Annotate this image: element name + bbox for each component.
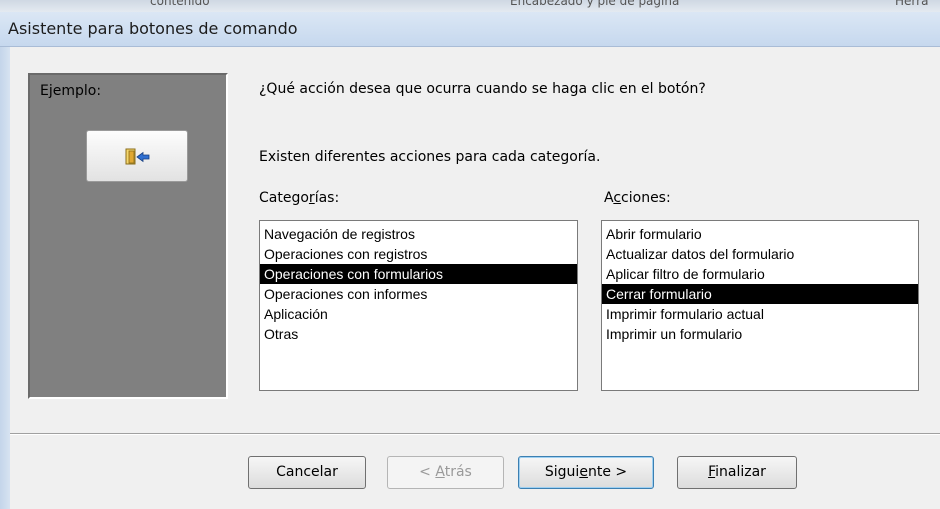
question-text: ¿Qué acción desea que ocurra cuando se h… — [259, 81, 706, 97]
close-form-door-icon — [125, 148, 150, 165]
list-item[interactable]: Operaciones con informes — [260, 284, 577, 304]
example-label: Ejemplo: — [40, 83, 102, 99]
back-button[interactable]: < Atrás — [387, 456, 504, 489]
finish-label-post: inalizar — [715, 464, 766, 480]
info-text: Existen diferentes acciones para cada ca… — [259, 149, 601, 165]
list-item[interactable]: Otras — [260, 324, 577, 344]
finish-button[interactable]: Finalizar — [677, 456, 797, 489]
list-item[interactable]: Operaciones con formularios — [260, 264, 577, 284]
background-text: Encabezado y pie de página — [510, 0, 680, 8]
next-label-pre: Sigui — [544, 464, 580, 480]
actions-label-pre: A — [604, 190, 614, 206]
example-panel: Ejemplo: — [28, 73, 228, 399]
next-label-post: nte > — [587, 464, 628, 480]
actions-label-post: ciones: — [621, 190, 671, 206]
actions-listbox[interactable]: Abrir formulario Actualizar datos del fo… — [601, 220, 919, 391]
list-item[interactable]: Imprimir formulario actual — [602, 304, 918, 324]
list-item[interactable]: Aplicación — [260, 304, 577, 324]
list-item[interactable]: Actualizar datos del formulario — [602, 244, 918, 264]
next-label-accesskey: e — [579, 464, 588, 480]
background-window-strip: contenido Encabezado y pie de página Her… — [0, 0, 940, 12]
separator — [10, 433, 940, 435]
next-button[interactable]: Siguiente > — [518, 456, 654, 489]
back-label-post: trás — [444, 464, 472, 480]
window-title: Asistente para botones de comando — [8, 19, 298, 38]
list-item[interactable]: Abrir formulario — [602, 224, 918, 244]
list-item[interactable]: Aplicar filtro de formulario — [602, 264, 918, 284]
background-text: Herra — [895, 0, 929, 8]
categories-listbox[interactable]: Navegación de registros Operaciones con … — [259, 220, 578, 391]
back-label-accesskey: A — [435, 464, 445, 480]
list-item[interactable]: Cerrar formulario — [602, 284, 918, 304]
background-text: contenido — [150, 0, 210, 8]
back-label-pre: < — [419, 464, 436, 480]
list-item[interactable]: Imprimir un formulario — [602, 324, 918, 344]
cancel-button[interactable]: Cancelar — [248, 456, 366, 489]
categories-label-post: ías: — [314, 190, 340, 206]
categories-label: Categorías: — [259, 190, 339, 206]
actions-label-accesskey: c — [613, 190, 622, 206]
actions-label: Acciones: — [604, 190, 671, 206]
list-item[interactable]: Navegación de registros — [260, 224, 577, 244]
categories-label-pre: Catego — [259, 190, 309, 206]
example-button-preview — [86, 130, 188, 182]
title-bar[interactable]: Asistente para botones de comando — [0, 12, 940, 47]
list-item[interactable]: Operaciones con registros — [260, 244, 577, 264]
window-frame-left — [0, 47, 10, 509]
